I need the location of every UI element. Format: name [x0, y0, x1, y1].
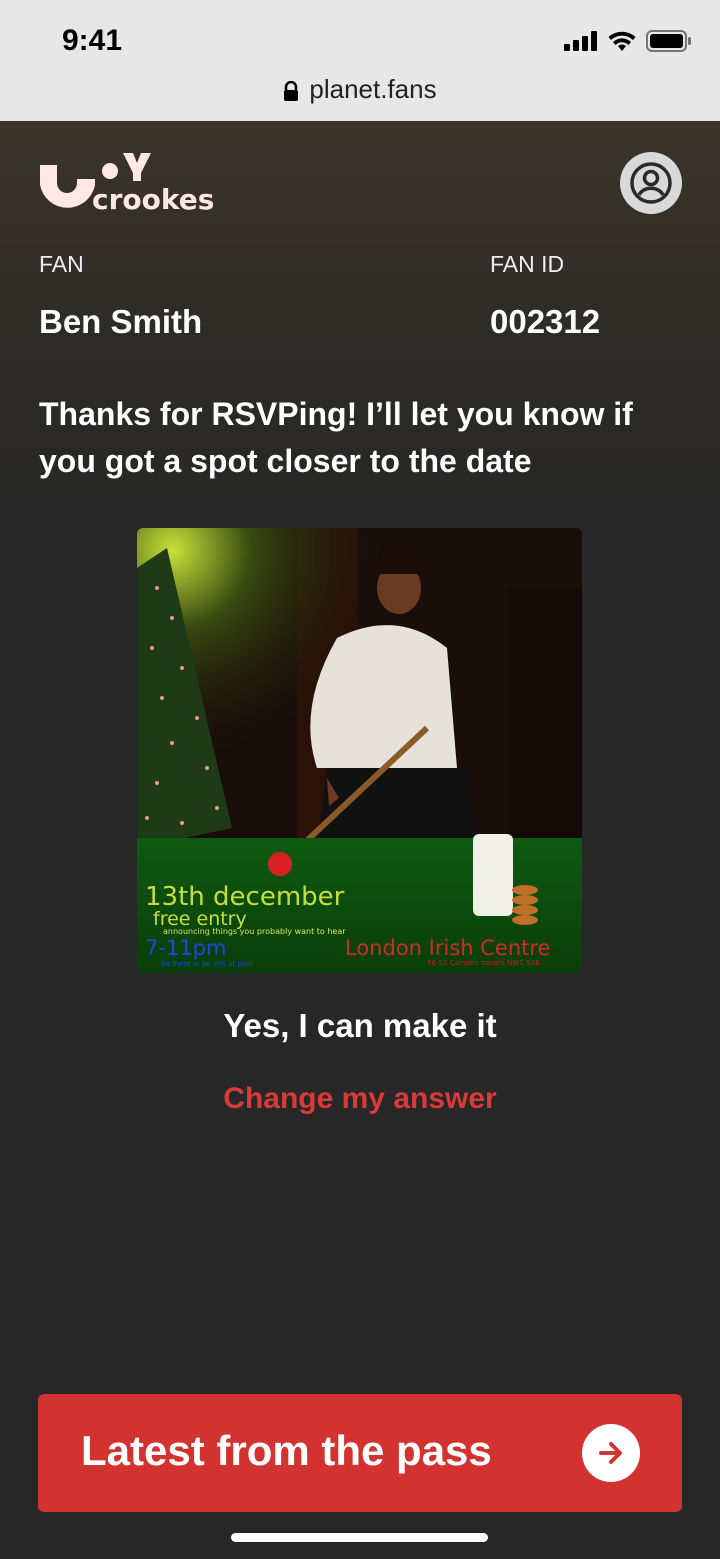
poster-time: 7-11pm	[145, 936, 227, 960]
poster-tagline: announcing things you probably want to h…	[163, 927, 346, 936]
fan-label: FAN	[39, 251, 84, 277]
change-answer-link[interactable]: Change my answer	[0, 1082, 720, 1116]
lock-icon	[284, 81, 299, 102]
arrow-right-icon	[582, 1424, 640, 1482]
url-text: planet.fans	[309, 74, 437, 104]
cta-label: Latest from the pass	[81, 1427, 492, 1474]
battery-icon	[646, 30, 691, 52]
user-icon	[630, 162, 672, 204]
event-poster: 13th december free entry announcing thin…	[137, 528, 582, 973]
joy-crookes-logo: crookes	[38, 151, 228, 218]
fan-name: Ben Smith	[39, 303, 203, 340]
wifi-icon	[608, 31, 636, 51]
poster-subtag: be there or be shit at pool	[161, 960, 253, 968]
latest-from-pass-button[interactable]: Latest from the pass	[38, 1394, 682, 1512]
address-bar[interactable]: planet.fans	[0, 74, 720, 105]
rsvp-message: Thanks for RSVPing! I’ll let you know if…	[39, 396, 633, 479]
poster-venue: London Irish Centre	[345, 936, 551, 960]
fan-id-value: 002312	[490, 303, 601, 340]
profile-button[interactable]	[620, 152, 682, 214]
status-time: 9:41	[62, 24, 123, 57]
status-icons	[564, 30, 692, 52]
svg-text:crookes: crookes	[92, 183, 214, 213]
fan-id-label: FAN ID	[490, 251, 565, 277]
signal-icon	[564, 31, 597, 51]
fan-pass-page: crookes FAN Ben Smith FAN ID 002312 Than…	[0, 121, 720, 1559]
home-indicator[interactable]	[231, 1533, 488, 1542]
browser-chrome: 9:41 planet.fans	[0, 0, 720, 121]
poster-address: 50-52 Camden square NW1 9XB	[427, 959, 540, 967]
rsvp-answer: Yes, I can make it	[223, 1007, 497, 1044]
